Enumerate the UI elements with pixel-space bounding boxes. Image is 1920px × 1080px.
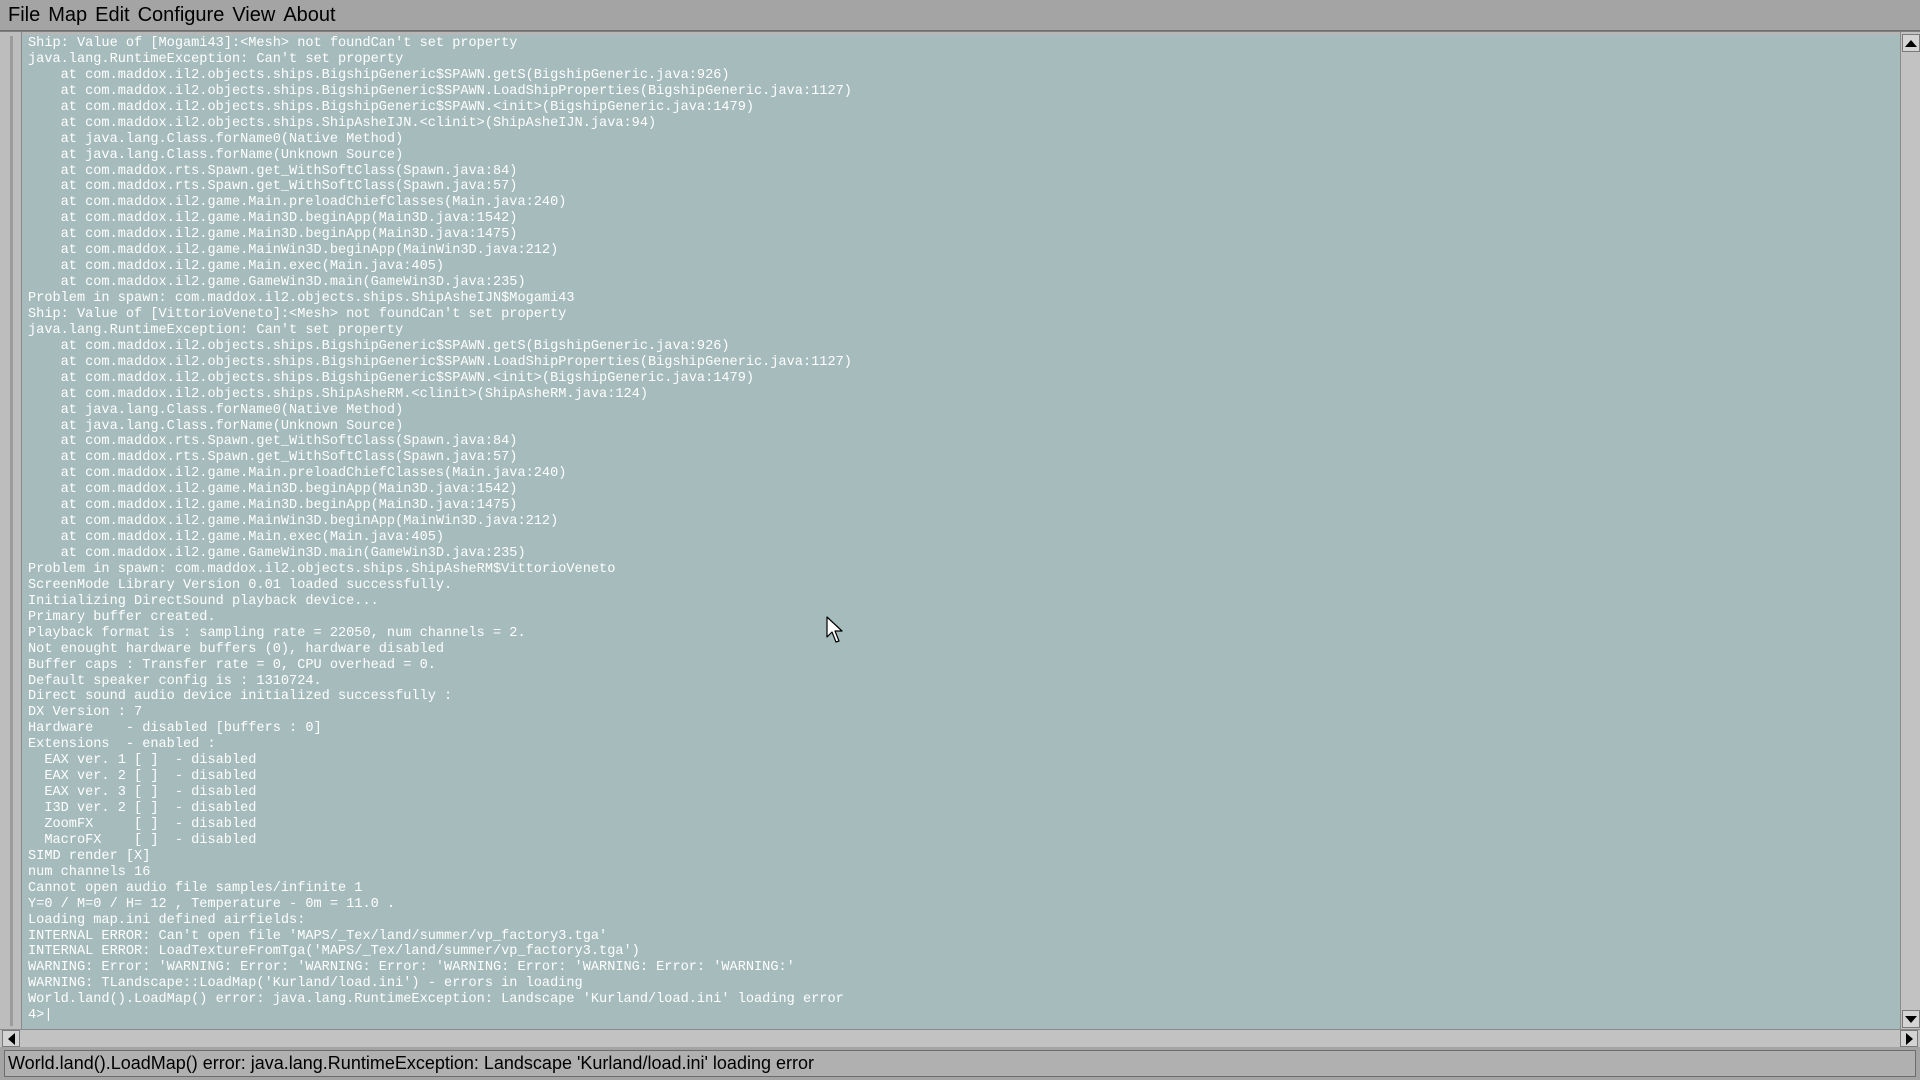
scroll-left-button[interactable] <box>2 1030 20 1047</box>
console-line: at java.lang.Class.forName0(Native Metho… <box>28 402 404 418</box>
arrow-left-icon <box>7 1032 15 1045</box>
console-line: WARNING: Error: 'WARNING: Error: 'WARNIN… <box>28 960 795 976</box>
console-line: at com.maddox.rts.Spawn.get_WithSoftClas… <box>28 163 518 179</box>
console-line: at java.lang.Class.forName(Unknown Sourc… <box>28 147 404 163</box>
console-line: Problem in spawn: com.maddox.il2.objects… <box>28 291 575 306</box>
console-line: at com.maddox.il2.game.GameWin3D.main(Ga… <box>28 546 526 561</box>
console-line: EAX ver. 3 [ ] - disabled <box>28 785 257 801</box>
console-line: at com.maddox.il2.game.Main.exec(Main.ja… <box>28 530 445 546</box>
console-line: Primary buffer created. <box>28 609 216 625</box>
console-line: I3D ver. 2 [ ] - disabled <box>28 801 257 816</box>
console-line: at com.maddox.il2.game.GameWin3D.main(Ga… <box>28 275 526 291</box>
console-line: at com.maddox.il2.game.MainWin3D.beginAp… <box>28 514 559 530</box>
gutter-marker <box>10 36 13 1026</box>
menu-about[interactable]: About <box>279 1 339 29</box>
console-line: at com.maddox.il2.game.Main3D.beginApp(M… <box>28 227 518 243</box>
console-line: Hardware - disabled [buffers : 0] <box>28 721 322 737</box>
console-line: INTERNAL ERROR: LoadTextureFromTga('MAPS… <box>28 944 640 960</box>
console-line: java.lang.RuntimeException: Can't set pr… <box>28 322 404 338</box>
console-line: Cannot open audio file samples/infinite … <box>28 880 363 896</box>
console-line: at java.lang.Class.forName0(Native Metho… <box>28 131 404 147</box>
console-line: at com.maddox.il2.game.Main3D.beginApp(M… <box>28 498 518 514</box>
console-line: Default speaker config is : 1310724. <box>28 673 322 689</box>
console-line: EAX ver. 1 [ ] - disabled <box>28 753 257 769</box>
console-line: MacroFX [ ] - disabled <box>28 832 257 848</box>
mouse-pointer-icon <box>826 616 843 643</box>
menu-bar: File Map Edit Configure View About <box>0 0 1920 31</box>
console-line: at com.maddox.il2.objects.ships.ShipAshe… <box>28 386 648 402</box>
console-line: at java.lang.Class.forName(Unknown Sourc… <box>28 418 404 434</box>
menu-map[interactable]: Map <box>44 1 91 29</box>
console-line: ScreenMode Library Version 0.01 loaded s… <box>28 577 453 593</box>
console-line: at com.maddox.il2.objects.ships.BigshipG… <box>28 338 730 354</box>
console-line: java.lang.RuntimeException: Can't set pr… <box>28 51 404 67</box>
console-line: Ship: Value of [VittorioVeneto]:<Mesh> n… <box>28 306 567 322</box>
console-line: Problem in spawn: com.maddox.il2.objects… <box>28 561 616 577</box>
console-line: at com.maddox.il2.objects.ships.BigshipG… <box>28 99 755 115</box>
console-line: at com.maddox.il2.objects.ships.ShipAshe… <box>28 115 657 131</box>
console-line: at com.maddox.il2.game.Main.exec(Main.ja… <box>28 259 445 275</box>
vertical-scrollbar[interactable] <box>1900 32 1920 1030</box>
console-line: SIMD render [X] <box>28 848 151 864</box>
menu-file[interactable]: File <box>4 1 44 29</box>
scroll-up-button[interactable] <box>1902 34 1920 52</box>
console-line: at com.maddox.il2.objects.ships.BigshipG… <box>28 354 852 370</box>
arrow-down-icon <box>1905 1015 1917 1023</box>
console-line: at com.maddox.il2.objects.ships.BigshipG… <box>28 83 852 99</box>
arrow-right-icon <box>1905 1032 1913 1045</box>
console-line: WARNING: TLandscape::LoadMap('Kurland/lo… <box>28 976 583 992</box>
menu-view[interactable]: View <box>228 1 279 29</box>
console-line: Extensions - enabled : <box>28 737 216 753</box>
horizontal-scrollbar[interactable] <box>0 1029 1920 1047</box>
console-line: 4>| <box>28 1008 53 1024</box>
console-line: Y=0 / M=0 / H= 12 , Temperature - 0m = 1… <box>28 896 396 912</box>
scroll-down-button[interactable] <box>1902 1010 1920 1028</box>
console-line: at com.maddox.rts.Spawn.get_WithSoftClas… <box>28 434 518 450</box>
console-line: INTERNAL ERROR: Can't open file 'MAPS/_T… <box>28 928 608 944</box>
console-line: DX Version : 7 <box>28 705 143 721</box>
console-line: at com.maddox.il2.game.Main3D.beginApp(M… <box>28 482 518 498</box>
console-line: Buffer caps : Transfer rate = 0, CPU ove… <box>28 657 436 673</box>
console-output[interactable]: Ship: Value of [Mogami43]:<Mesh> not fou… <box>22 35 1900 1029</box>
status-message: World.land().LoadMap() error: java.lang.… <box>4 1050 1916 1077</box>
console-log: Ship: Value of [Mogami43]:<Mesh> not fou… <box>22 35 1900 1024</box>
console-line: Direct sound audio device initialized su… <box>28 689 453 705</box>
console-line: at com.maddox.il2.game.MainWin3D.beginAp… <box>28 243 559 259</box>
console-line: at com.maddox.il2.game.Main.preloadChief… <box>28 466 567 482</box>
console-line: Initializing DirectSound playback device… <box>28 593 379 609</box>
menu-configure[interactable]: Configure <box>134 1 229 29</box>
console-line: ZoomFX [ ] - disabled <box>28 816 257 832</box>
console-line: at com.maddox.rts.Spawn.get_WithSoftClas… <box>28 179 518 195</box>
scroll-right-button[interactable] <box>1900 1030 1918 1047</box>
console-line: num channels 16 <box>28 864 151 880</box>
console-line: at com.maddox.il2.game.Main3D.beginApp(M… <box>28 211 518 227</box>
console-line: Loading map.ini defined airfields: <box>28 912 306 928</box>
menu-edit[interactable]: Edit <box>91 1 133 29</box>
console-line: at com.maddox.il2.objects.ships.BigshipG… <box>28 67 730 83</box>
arrow-up-icon <box>1905 39 1917 47</box>
console-line: Not enought hardware buffers (0), hardwa… <box>28 641 445 657</box>
console-line: at com.maddox.il2.objects.ships.BigshipG… <box>28 370 755 386</box>
console-line: at com.maddox.il2.game.Main.preloadChief… <box>28 195 567 211</box>
console-line: Playback format is : sampling rate = 220… <box>28 625 526 641</box>
console-line: EAX ver. 2 [ ] - disabled <box>28 769 257 785</box>
console-line: at com.maddox.rts.Spawn.get_WithSoftClas… <box>28 450 518 466</box>
status-bar: World.land().LoadMap() error: java.lang.… <box>0 1047 1920 1080</box>
console-line: Ship: Value of [Mogami43]:<Mesh> not fou… <box>28 36 518 51</box>
console-window: Ship: Value of [Mogami43]:<Mesh> not fou… <box>0 31 1920 1047</box>
console-line: World.land().LoadMap() error: java.lang.… <box>28 992 844 1008</box>
console-left-gutter <box>0 32 22 1032</box>
